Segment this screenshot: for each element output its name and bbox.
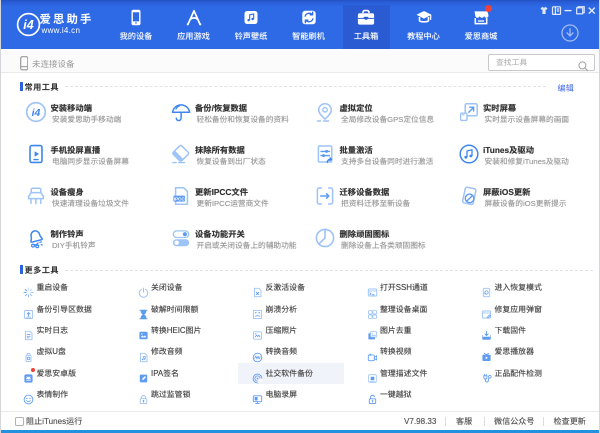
svg-text:IPCC: IPCC xyxy=(173,196,185,201)
svg-text:i4: i4 xyxy=(23,18,33,32)
svg-text:i4: i4 xyxy=(32,107,41,119)
